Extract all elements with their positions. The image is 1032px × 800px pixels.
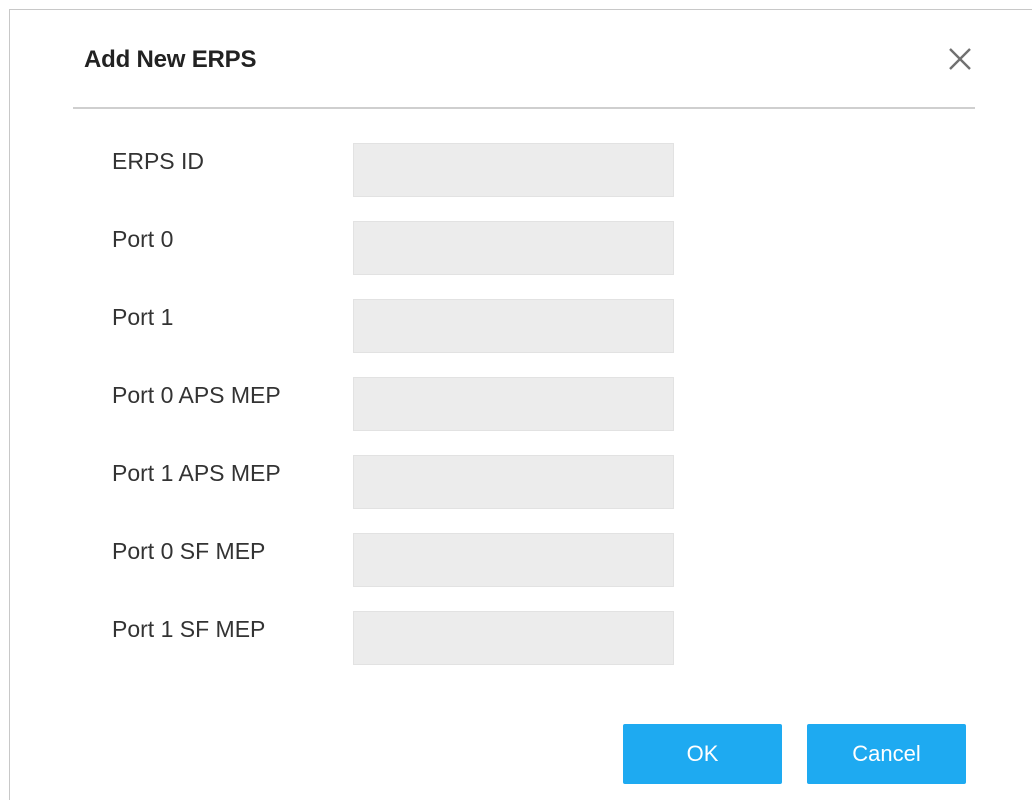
port-0-aps-mep-input[interactable]	[353, 377, 674, 431]
port-0-sf-mep-label: Port 0 SF MEP	[112, 538, 266, 564]
close-button[interactable]	[943, 42, 977, 76]
ok-button[interactable]: OK	[623, 724, 782, 784]
port-1-label: Port 1	[112, 304, 174, 330]
port-1-sf-mep-input[interactable]	[353, 611, 674, 665]
port-0-aps-mep-label: Port 0 APS MEP	[112, 382, 281, 408]
port-0-input[interactable]	[353, 221, 674, 275]
erps-id-input[interactable]	[353, 143, 674, 197]
add-erps-dialog: Add New ERPS ERPS ID Port 0 Port 1 Port …	[9, 9, 1032, 800]
port-1-input[interactable]	[353, 299, 674, 353]
port-1-aps-mep-label: Port 1 APS MEP	[112, 460, 281, 486]
close-icon	[949, 48, 971, 70]
port-1-aps-mep-input[interactable]	[353, 455, 674, 509]
port-0-label: Port 0	[112, 226, 174, 252]
header-divider	[73, 107, 975, 109]
cancel-button[interactable]: Cancel	[807, 724, 966, 784]
port-0-sf-mep-input[interactable]	[353, 533, 674, 587]
port-1-sf-mep-label: Port 1 SF MEP	[112, 616, 266, 642]
dialog-title: Add New ERPS	[84, 46, 257, 73]
erps-id-label: ERPS ID	[112, 148, 205, 174]
